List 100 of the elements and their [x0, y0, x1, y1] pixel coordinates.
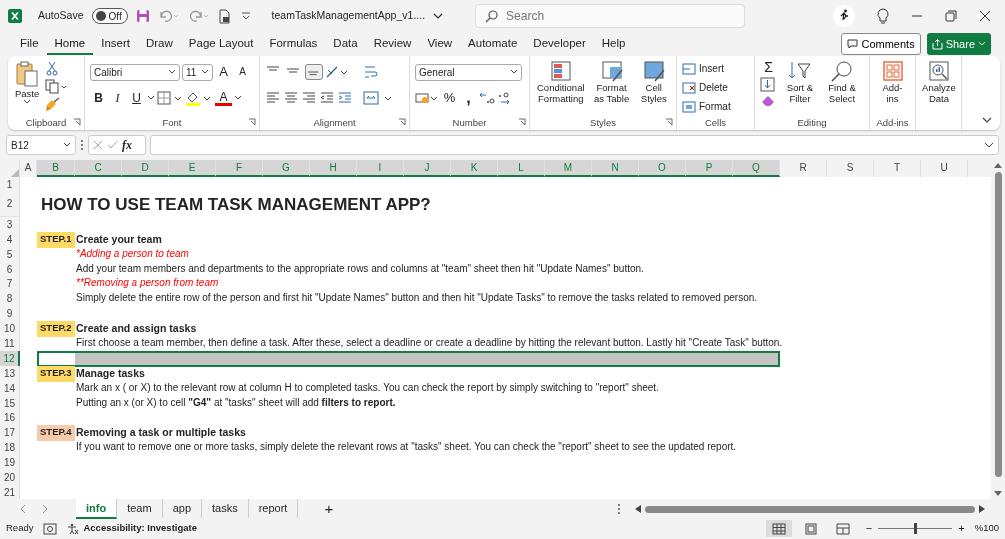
row-header[interactable]: 8: [0, 291, 20, 308]
menu-tab[interactable]: Formulas: [261, 33, 326, 55]
column-header[interactable]: J: [404, 160, 451, 177]
find-select-button[interactable]: Find & Select: [823, 59, 861, 116]
menu-tab[interactable]: Automate: [460, 33, 526, 55]
add-sheet-button[interactable]: +: [320, 501, 338, 517]
zoom-out-button[interactable]: −: [865, 520, 873, 537]
close-icon[interactable]: [979, 10, 991, 22]
caret-icon[interactable]: [234, 95, 242, 101]
collapse-ribbon-icon[interactable]: [982, 116, 992, 124]
bold-button[interactable]: B: [90, 90, 107, 106]
next-sheet-icon[interactable]: [40, 504, 50, 514]
document-icon[interactable]: [217, 8, 232, 24]
check-icon[interactable]: [107, 140, 118, 150]
macro-record-icon[interactable]: [43, 522, 58, 535]
column-header[interactable]: R: [780, 160, 827, 177]
row-header[interactable]: 20: [0, 470, 20, 487]
analyze-data-button[interactable]: Analyze Data: [921, 59, 957, 130]
column-header[interactable]: M: [545, 160, 592, 177]
undo-icon[interactable]: [157, 9, 180, 23]
zoom-level[interactable]: %100: [974, 521, 999, 536]
eraser-icon[interactable]: [760, 94, 776, 108]
chevron-down-icon[interactable]: [433, 12, 444, 20]
launcher-icon[interactable]: [73, 118, 81, 126]
align-left-icon[interactable]: [265, 91, 281, 105]
menu-tab[interactable]: Review: [365, 33, 420, 55]
launcher-icon[interactable]: [518, 118, 526, 126]
format-as-table-button[interactable]: Format as Table: [590, 59, 633, 116]
sort-filter-button[interactable]: Sort & Filter: [781, 59, 819, 116]
row-header[interactable]: 18: [0, 440, 20, 457]
row-header[interactable]: 2: [0, 191, 20, 217]
save-icon[interactable]: [135, 9, 150, 23]
previous-sheet-icon[interactable]: [18, 504, 28, 514]
caret-icon[interactable]: [23, 99, 32, 105]
font-size-field[interactable]: 11: [182, 63, 213, 81]
column-header[interactable]: L: [498, 160, 545, 177]
caret-icon[interactable]: [510, 69, 518, 75]
font-name-field[interactable]: Calibri: [90, 63, 180, 81]
row-header[interactable]: 9: [0, 306, 20, 323]
column-header[interactable]: Q: [733, 160, 780, 177]
align-bottom-icon[interactable]: [305, 64, 323, 80]
caret-icon[interactable]: [147, 95, 155, 101]
row-header[interactable]: 10: [0, 321, 20, 338]
menu-tab[interactable]: Insert: [93, 33, 138, 55]
wrap-text-icon[interactable]: [363, 64, 379, 80]
column-header[interactable]: S: [827, 160, 874, 177]
accessibility-button[interactable]: Accessibility: Investigate: [67, 521, 197, 536]
column-header[interactable]: O: [639, 160, 686, 177]
paste-button[interactable]: Paste: [13, 59, 42, 116]
font-color-button[interactable]: A: [215, 90, 232, 106]
row-header[interactable]: 11: [0, 336, 20, 352]
normal-view-button[interactable]: [765, 520, 792, 537]
customize-icon[interactable]: [239, 10, 252, 22]
number-format-field[interactable]: General: [415, 63, 522, 81]
conditional-formatting-button[interactable]: Conditional Formatting: [535, 59, 587, 116]
menu-tab[interactable]: Help: [593, 33, 634, 55]
caret-icon[interactable]: [984, 141, 994, 149]
comments-button[interactable]: Comments: [841, 32, 921, 56]
row-header[interactable]: 16: [0, 410, 20, 427]
formula-input[interactable]: [150, 135, 999, 155]
launcher-icon[interactable]: [398, 118, 406, 126]
column-header[interactable]: G: [263, 160, 310, 177]
increase-indent-icon[interactable]: [337, 91, 353, 105]
search-field[interactable]: Search: [475, 4, 746, 28]
merge-cells-icon[interactable]: [363, 91, 393, 105]
row-header[interactable]: 1: [0, 177, 20, 193]
column-header[interactable]: I: [357, 160, 404, 177]
running-figure-icon[interactable]: [833, 5, 855, 27]
delete-cells-button[interactable]: Delete: [682, 78, 749, 97]
increase-font-button[interactable]: A: [215, 64, 232, 80]
column-header[interactable]: C: [75, 160, 122, 177]
column-header[interactable]: U: [921, 160, 968, 177]
add-ins-button[interactable]: Add-ins: [875, 59, 910, 116]
autosave-toggle[interactable]: Off: [91, 8, 128, 24]
menu-tab[interactable]: File: [12, 33, 47, 55]
row-header[interactable]: 19: [0, 455, 20, 472]
align-center-icon[interactable]: [283, 91, 299, 105]
menu-tab[interactable]: Developer: [525, 33, 594, 55]
fill-down-icon[interactable]: [760, 77, 776, 92]
autosum-button[interactable]: Σ: [760, 59, 777, 75]
zoom-in-button[interactable]: +: [958, 520, 965, 537]
decrease-indent-icon[interactable]: [319, 91, 335, 105]
menu-tab[interactable]: View: [419, 33, 461, 55]
column-header[interactable]: E: [169, 160, 216, 177]
column-header[interactable]: H: [310, 160, 357, 177]
insert-function-button[interactable]: fx: [122, 136, 132, 154]
column-header[interactable]: B: [37, 160, 75, 177]
caret-icon[interactable]: [168, 69, 176, 75]
column-header[interactable]: N: [592, 160, 639, 177]
caret-icon[interactable]: [63, 142, 71, 148]
format-painter-icon[interactable]: [45, 97, 61, 112]
cell-styles-button[interactable]: Cell Styles: [636, 59, 671, 116]
selected-range[interactable]: [37, 350, 780, 367]
fill-color-icon[interactable]: [185, 90, 213, 106]
column-header[interactable]: F: [216, 160, 263, 177]
menu-tab[interactable]: Page Layout: [180, 33, 262, 55]
borders-icon[interactable]: [157, 91, 183, 105]
column-header[interactable]: P: [686, 160, 733, 177]
launcher-icon[interactable]: [665, 118, 673, 126]
share-button[interactable]: Share: [926, 32, 991, 56]
